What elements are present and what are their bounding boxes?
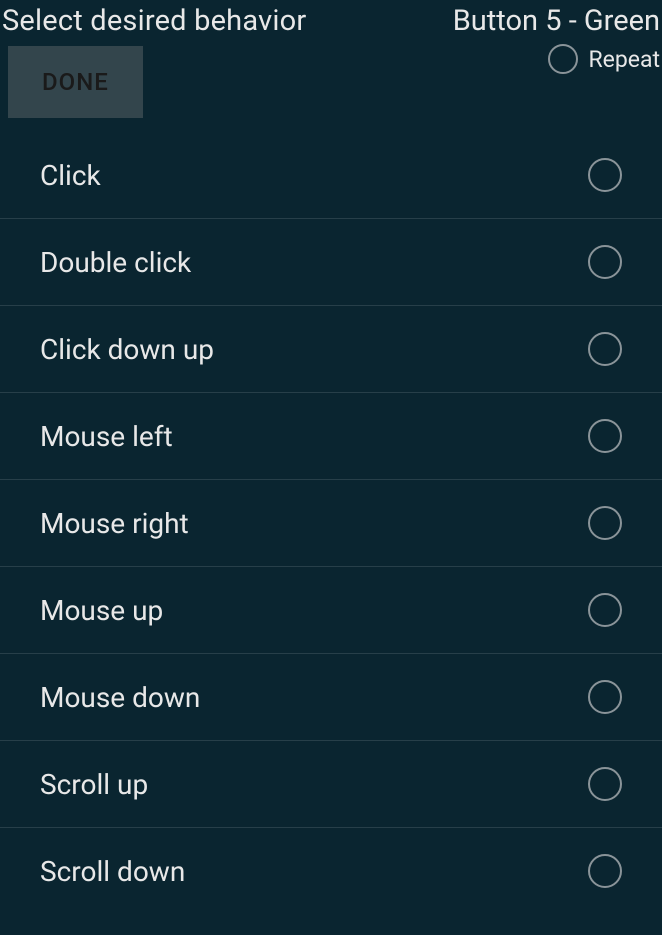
option-label: Double click <box>40 246 191 279</box>
option-click[interactable]: Click <box>0 132 662 219</box>
option-label: Click <box>40 159 101 192</box>
option-double-click[interactable]: Double click <box>0 219 662 306</box>
radio-icon <box>588 332 622 366</box>
header-left: Select desired behavior DONE <box>2 4 306 118</box>
option-label: Scroll down <box>40 855 185 888</box>
option-click-down-up[interactable]: Click down up <box>0 306 662 393</box>
radio-icon <box>588 593 622 627</box>
page-title: Select desired behavior <box>2 4 306 38</box>
radio-icon <box>548 44 578 74</box>
radio-icon <box>588 506 622 540</box>
header: Select desired behavior DONE Button 5 - … <box>0 0 662 118</box>
option-label: Mouse right <box>40 507 189 540</box>
option-mouse-right[interactable]: Mouse right <box>0 480 662 567</box>
radio-icon <box>588 680 622 714</box>
radio-icon <box>588 419 622 453</box>
done-button[interactable]: DONE <box>8 46 143 118</box>
context-subtitle: Button 5 - Green <box>453 4 660 38</box>
option-mouse-up[interactable]: Mouse up <box>0 567 662 654</box>
option-label: Mouse left <box>40 420 173 453</box>
repeat-label: Repeat <box>588 46 660 73</box>
radio-icon <box>588 854 622 888</box>
radio-icon <box>588 245 622 279</box>
option-scroll-up[interactable]: Scroll up <box>0 741 662 828</box>
option-label: Mouse up <box>40 594 163 627</box>
option-mouse-left[interactable]: Mouse left <box>0 393 662 480</box>
radio-icon <box>588 767 622 801</box>
option-mouse-down[interactable]: Mouse down <box>0 654 662 741</box>
option-label: Click down up <box>40 333 214 366</box>
option-scroll-down[interactable]: Scroll down <box>0 828 662 914</box>
option-label: Mouse down <box>40 681 200 714</box>
header-right: Button 5 - Green Repeat <box>453 4 660 74</box>
repeat-toggle[interactable]: Repeat <box>548 44 660 74</box>
radio-icon <box>588 158 622 192</box>
behavior-list: Click Double click Click down up Mouse l… <box>0 132 662 914</box>
option-label: Scroll up <box>40 768 148 801</box>
